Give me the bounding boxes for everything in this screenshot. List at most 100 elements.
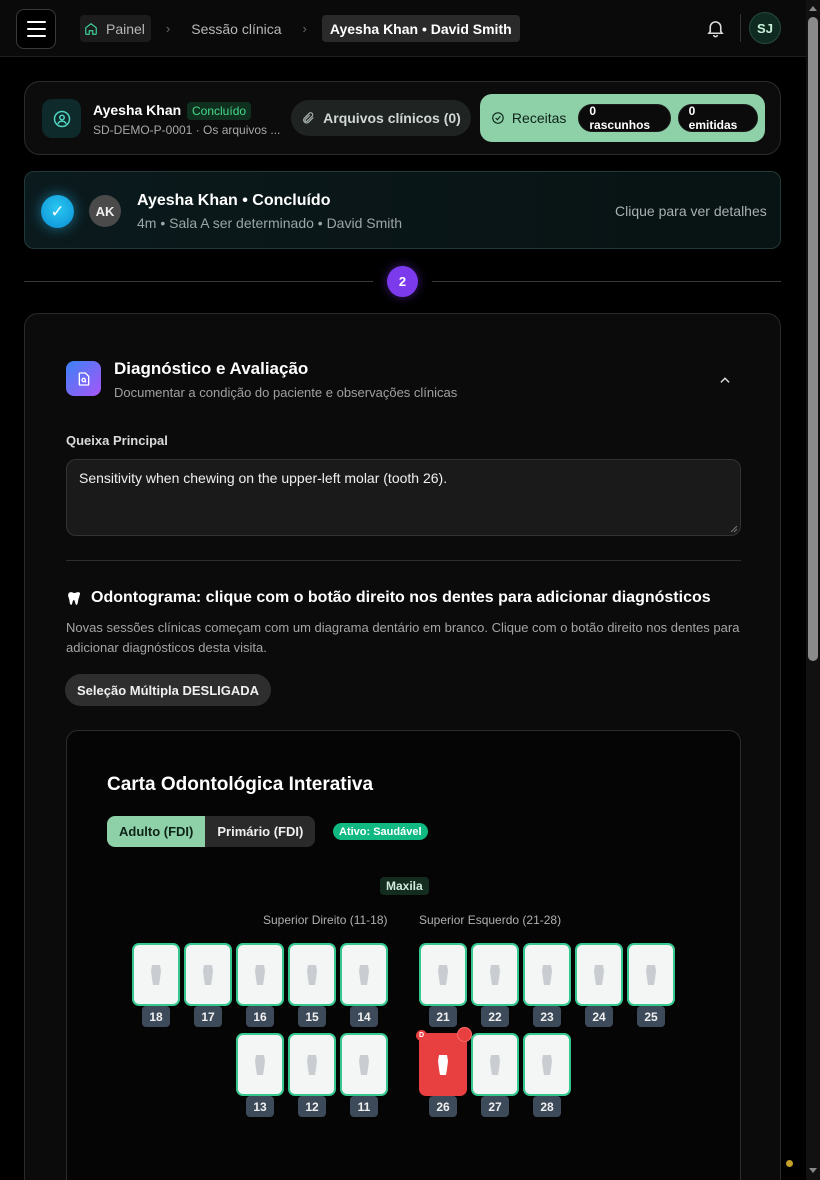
tooth-icon (542, 1054, 552, 1075)
tooth-number: 15 (298, 1006, 326, 1027)
tooth-18[interactable] (132, 943, 180, 1006)
tooth-15[interactable] (288, 943, 336, 1006)
patient-card: Ayesha Khan Concluído SD-DEMO-P-0001 · O… (24, 81, 781, 155)
breadcrumb-home-label: Painel (106, 20, 145, 37)
tooth-icon (255, 1054, 265, 1075)
tooth-17[interactable] (184, 943, 232, 1006)
check-icon: ✓ (41, 195, 74, 228)
tooth-icon (359, 1054, 369, 1075)
tooth-icon (255, 964, 265, 985)
tooth-icon (151, 964, 161, 985)
home-icon (85, 22, 97, 35)
resize-handle-icon[interactable] (730, 525, 738, 533)
tab-primary[interactable]: Primário (FDI) (205, 816, 316, 847)
details-link[interactable]: Clique para ver detalhes (615, 203, 767, 219)
check-circle-icon (492, 112, 504, 124)
tooth-icon (542, 964, 552, 985)
tooth-number: 26 (429, 1096, 457, 1117)
menu-icon (26, 21, 46, 23)
odontogram-description: Novas sessões clínicas começam com um di… (66, 620, 740, 655)
tooth-icon (438, 964, 448, 985)
top-bar: Painel › Sessão clínica › Ayesha Khan • … (0, 0, 806, 57)
drafts-pill[interactable]: 0 rascunhos (578, 104, 671, 132)
status-dot (786, 1160, 793, 1167)
breadcrumb: Painel › Sessão clínica › Ayesha Khan • … (80, 15, 520, 42)
issued-pill[interactable]: 0 emitidas (677, 104, 758, 132)
tooth-22[interactable] (471, 943, 519, 1006)
chart-title: Carta Odontológica Interativa (107, 774, 374, 795)
tooth-number: 14 (350, 1006, 378, 1027)
tooth-28[interactable] (523, 1033, 571, 1096)
diagnosis-section: Diagnóstico e Avaliação Documentar a con… (24, 313, 781, 1180)
session-card[interactable]: ✓ AK Ayesha Khan • Concluído 4m • Sala A… (24, 171, 781, 249)
session-meta: 4m • Sala A ser determinado • David Smit… (137, 215, 403, 231)
tooth-icon (646, 964, 656, 985)
chevron-up-icon[interactable] (718, 373, 732, 387)
scroll-up-icon[interactable] (809, 6, 817, 11)
dental-chart: Carta Odontológica Interativa Adulto (FD… (66, 730, 741, 1180)
chevron-right-icon: › (165, 21, 171, 36)
chevron-right-icon: › (302, 21, 307, 36)
tooth-icon (438, 1054, 448, 1075)
tooth-13[interactable] (236, 1033, 284, 1096)
scroll-thumb[interactable] (808, 17, 818, 661)
tooth-number: 25 (637, 1006, 665, 1027)
clinical-files-button[interactable]: Arquivos clínicos (0) (291, 100, 471, 136)
tooth-23[interactable] (523, 943, 571, 1006)
quadrant-label-right: Superior Direito (11-18) (263, 913, 388, 927)
scrollbar[interactable] (806, 0, 820, 1180)
tooth-icon (203, 964, 213, 985)
bell-icon[interactable] (705, 17, 726, 39)
breadcrumb-session[interactable]: Sessão clínica (185, 15, 287, 42)
prescriptions-label: Receitas (511, 110, 567, 126)
tooth-number: 12 (298, 1096, 326, 1117)
menu-button[interactable] (16, 9, 56, 49)
tooth-26[interactable] (419, 1033, 467, 1096)
avatar[interactable]: SJ (749, 12, 781, 44)
tooth-number: 22 (481, 1006, 509, 1027)
status-badge: Concluído (187, 102, 252, 120)
tooth-number: 23 (533, 1006, 561, 1027)
step-badge: 2 (387, 266, 418, 297)
status-badge: Ativo: Saudável (333, 823, 428, 840)
divider (66, 560, 741, 561)
tooth-number: 24 (585, 1006, 613, 1027)
diagnosis-marker: D (416, 1030, 427, 1041)
tooth-16[interactable] (236, 943, 284, 1006)
session-title: Ayesha Khan • Concluído (137, 192, 331, 209)
tooth-number: 16 (246, 1006, 274, 1027)
file-search-icon (66, 361, 101, 396)
tooth-11[interactable] (340, 1033, 388, 1096)
tooth-24[interactable] (575, 943, 623, 1006)
tooth-icon (594, 964, 604, 985)
notation-toggle: Adulto (FDI) Primário (FDI) (107, 816, 316, 847)
tooth-number: 21 (429, 1006, 457, 1027)
divider (432, 281, 781, 282)
odontogram-title: Odontograma: clique com o botão direito … (66, 589, 711, 607)
breadcrumb-home[interactable]: Painel (80, 15, 151, 42)
tooth-icon (490, 964, 500, 985)
tooth-14[interactable] (340, 943, 388, 1006)
tooth-number: 13 (246, 1096, 274, 1117)
prescriptions-panel[interactable]: Receitas 0 rascunhos 0 emitidas (480, 94, 765, 142)
tooth-21[interactable] (419, 943, 467, 1006)
tooth-icon (68, 591, 81, 605)
tooth-number: 17 (194, 1006, 222, 1027)
tooth-12[interactable] (288, 1033, 336, 1096)
tooth-number: 28 (533, 1096, 561, 1117)
paperclip-icon (303, 112, 314, 124)
odontogram-title-text: Odontograma: clique com o botão direito … (91, 589, 711, 606)
patient-name: Ayesha Khan (93, 102, 182, 118)
tooth-number: 27 (481, 1096, 509, 1117)
alert-dot (457, 1027, 472, 1042)
tooth-icon (490, 1054, 500, 1075)
complaint-textarea[interactable]: Sensitivity when chewing on the upper-le… (66, 459, 741, 536)
section-subtitle: Documentar a condição do paciente e obse… (114, 385, 458, 400)
tooth-25[interactable] (627, 943, 675, 1006)
tab-adult[interactable]: Adulto (FDI) (107, 816, 206, 847)
avatar: AK (89, 195, 121, 227)
scroll-down-icon[interactable] (809, 1168, 817, 1173)
tooth-27[interactable] (471, 1033, 519, 1096)
section-title: Diagnóstico e Avaliação (114, 359, 309, 378)
multi-select-toggle[interactable]: Seleção Múltipla DESLIGADA (65, 674, 272, 706)
